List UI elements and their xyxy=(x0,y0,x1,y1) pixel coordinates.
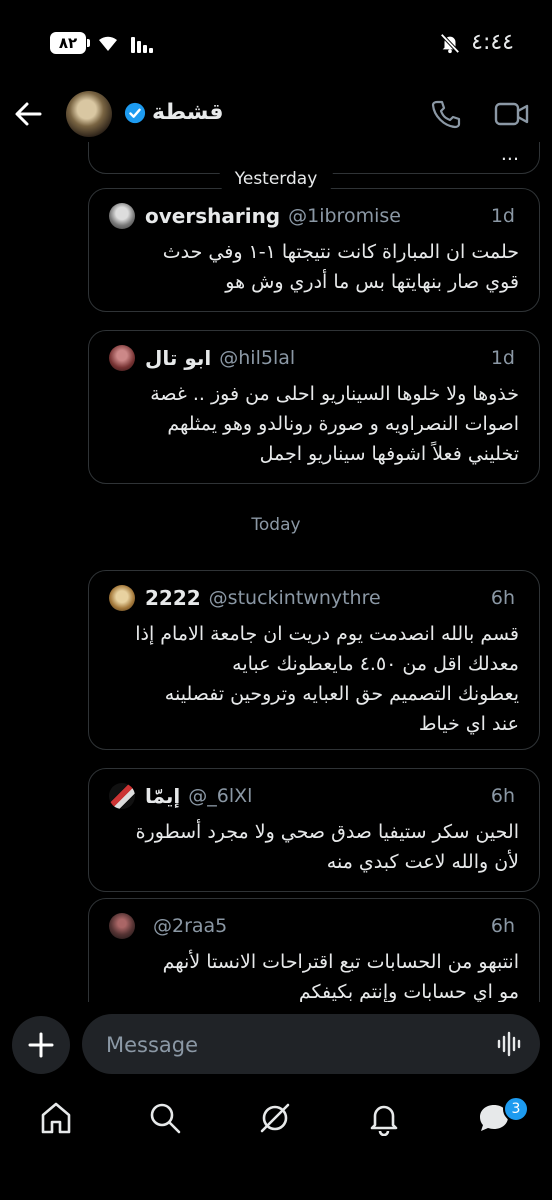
battery-indicator: ٨٢ xyxy=(50,32,90,54)
shared-post-card[interactable]: إيمّا @_6lXl 6h الحين سكر ستيفيا صدق صحي… xyxy=(88,768,540,892)
message-input[interactable] xyxy=(104,1014,468,1076)
author-handle: @hil5lal xyxy=(219,347,296,369)
message-composer xyxy=(0,1012,552,1076)
message-list[interactable]: ... Yesterday oversharing @1ibromise 1d … xyxy=(0,142,552,1002)
post-text: قسم بالله انصدمت يوم دريت ان جامعة الاما… xyxy=(135,623,519,735)
author-avatar xyxy=(109,585,135,611)
author-handle: @_6lXl xyxy=(188,785,253,807)
phone-icon[interactable] xyxy=(430,98,462,130)
author-name: إيمّا xyxy=(145,784,181,808)
author-avatar xyxy=(109,345,135,371)
post-time: 6h xyxy=(490,785,515,807)
date-separator-today: Today xyxy=(251,515,301,535)
post-time: 1d xyxy=(490,205,515,227)
verified-badge-icon xyxy=(124,102,146,123)
author-handle: @2raa5 xyxy=(153,915,228,937)
signal-icon xyxy=(131,37,153,53)
contact-name: قشطة xyxy=(152,100,224,125)
author-handle: @stuckintwnythre xyxy=(208,587,381,609)
post-text: الحين سكر ستيفيا صدق صحي ولا مجرد أسطورة… xyxy=(135,821,519,873)
wifi-icon xyxy=(99,36,117,51)
shared-post-card[interactable]: ابو تال @hil5lal 1d خذوها ولا خلوها السي… xyxy=(88,330,540,484)
shared-post-card[interactable]: @2raa5 6h انتبهو من الحسابات تبع اقتراحا… xyxy=(88,898,540,1002)
status-bar: ٨٢ ٤:٤٤ xyxy=(0,0,552,92)
contact-avatar[interactable] xyxy=(66,91,112,137)
bottom-navigation xyxy=(0,1090,552,1150)
unread-messages-badge: 3 xyxy=(503,1096,529,1122)
post-text: حلمت ان المباراة كانت نتيجتها ١-١ وفي حد… xyxy=(162,241,519,293)
shared-post-card[interactable]: oversharing @1ibromise 1d حلمت ان المبار… xyxy=(88,188,540,312)
conversation-header: قشطة xyxy=(0,91,552,142)
plus-icon xyxy=(28,1032,54,1058)
post-time: 6h xyxy=(490,587,515,609)
author-avatar xyxy=(109,913,135,939)
post-time: 1d xyxy=(490,347,515,369)
notifications-icon[interactable] xyxy=(366,1100,402,1136)
author-avatar xyxy=(109,203,135,229)
back-arrow-icon[interactable] xyxy=(12,98,44,130)
muted-bell-icon xyxy=(440,32,460,53)
shared-post-card[interactable]: 2222 @stuckintwnythre 6h قسم بالله انصدم… xyxy=(88,570,540,750)
date-separator-yesterday: Yesterday xyxy=(218,162,334,196)
video-call-icon[interactable] xyxy=(494,98,530,130)
message-box[interactable] xyxy=(82,1014,540,1076)
clock: ٤:٤٤ xyxy=(471,30,514,55)
post-text: انتبهو من الحسابات تبع اقتراحات الانستا … xyxy=(162,951,519,1002)
home-icon[interactable] xyxy=(38,1100,74,1136)
contact-info[interactable]: قشطة xyxy=(124,100,224,125)
author-name: ابو تال xyxy=(145,346,212,370)
post-text: خذوها ولا خلوها السيناريو احلى من فوز ..… xyxy=(150,383,519,465)
search-icon[interactable] xyxy=(147,1100,183,1136)
author-name: oversharing xyxy=(145,204,281,228)
grok-icon[interactable] xyxy=(257,1100,293,1136)
author-avatar xyxy=(109,783,135,809)
author-name: 2222 xyxy=(145,586,201,610)
add-media-button[interactable] xyxy=(12,1016,70,1074)
voice-message-icon[interactable] xyxy=(496,1030,524,1058)
post-time: 6h xyxy=(490,915,515,937)
author-handle: @1ibromise xyxy=(288,205,401,227)
